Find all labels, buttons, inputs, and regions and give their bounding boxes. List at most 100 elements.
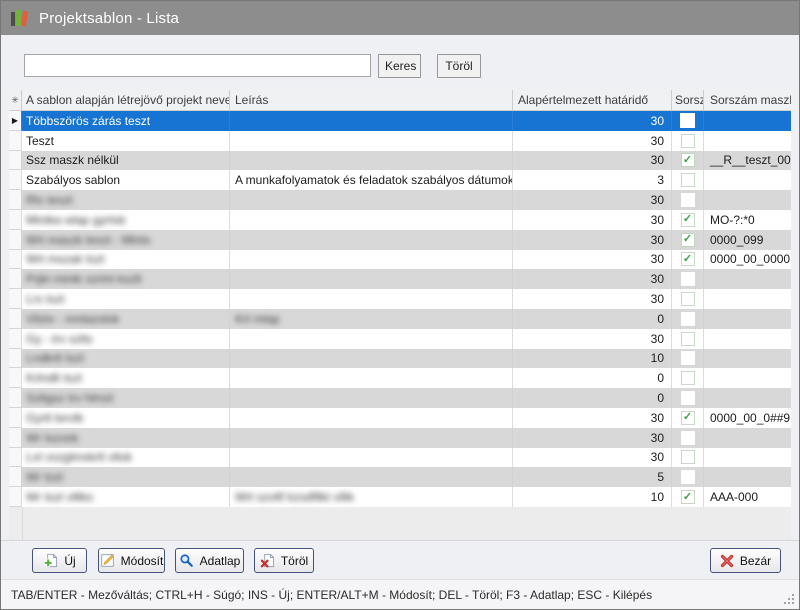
cell-deadline[interactable]: 30 — [513, 131, 672, 151]
table-row[interactable]: Wr tszvek 30 — [9, 428, 791, 448]
column-header-mask[interactable]: Sorszám maszk — [704, 90, 791, 110]
new-button[interactable]: Új — [32, 548, 87, 573]
cell-deadline[interactable]: 30 — [513, 289, 672, 309]
cell-project-name[interactable]: Wrt mszak tszt — [22, 250, 230, 270]
cell-deadline[interactable]: 30 — [513, 250, 672, 270]
table-row[interactable]: Krlndlt tszt 0 — [9, 368, 791, 388]
cell-project-name[interactable]: Szabályos sablon — [22, 170, 230, 190]
cell-sequence-mask[interactable] — [704, 428, 791, 448]
checkbox[interactable] — [681, 332, 695, 346]
cell-sequence-checkbox[interactable]: ✓ — [672, 250, 704, 270]
checkbox[interactable]: ✓ — [681, 411, 695, 425]
cell-description[interactable]: A munkafolyamatok és feladatok szabályos… — [230, 170, 513, 190]
table-row[interactable]: Rtv teszt 30 — [9, 190, 791, 210]
cell-sequence-checkbox[interactable] — [672, 388, 704, 408]
cell-description[interactable] — [230, 408, 513, 428]
checkbox[interactable] — [681, 272, 695, 286]
checkbox[interactable]: ✓ — [681, 233, 695, 247]
cell-deadline[interactable]: 30 — [513, 269, 672, 289]
cell-description[interactable] — [230, 269, 513, 289]
checkbox[interactable]: ✓ — [681, 213, 695, 227]
cell-sequence-checkbox[interactable] — [672, 111, 704, 131]
checkbox[interactable] — [680, 113, 695, 128]
cell-sequence-checkbox[interactable]: ✓ — [672, 230, 704, 250]
grid-corner-header[interactable]: ✳ — [9, 90, 22, 110]
cell-project-name[interactable]: Gyrtl tervlk — [22, 408, 230, 428]
cell-deadline[interactable]: 30 — [513, 329, 672, 349]
cell-sequence-checkbox[interactable] — [672, 448, 704, 468]
table-row[interactable]: ▶ Többszörös zárás teszt 30 — [9, 111, 791, 131]
cell-project-name[interactable]: Többszörös zárás teszt — [22, 111, 230, 131]
cell-project-name[interactable]: Teszt — [22, 131, 230, 151]
cell-deadline[interactable]: 30 — [513, 408, 672, 428]
cell-project-name[interactable]: Szltgsz trv hlmzt — [22, 388, 230, 408]
modify-button[interactable]: Módosít — [98, 548, 165, 573]
cell-description[interactable] — [230, 289, 513, 309]
cell-sequence-mask[interactable]: MO-?:*0 — [704, 210, 791, 230]
cell-description[interactable] — [230, 349, 513, 369]
resize-grip[interactable] — [782, 592, 794, 604]
table-row[interactable]: Vllztv - mntazslok Krt mlap 0 — [9, 309, 791, 329]
cell-project-name[interactable]: Mintka wlap gyrtsb — [22, 210, 230, 230]
search-input[interactable] — [24, 54, 371, 77]
table-row[interactable]: Ssz maszk nélkül 30 ✓ __R__teszt_0000 — [9, 151, 791, 171]
cell-sequence-checkbox[interactable]: ✓ — [672, 487, 704, 507]
close-button[interactable]: Bezár — [710, 548, 781, 573]
cell-deadline[interactable]: 30 — [513, 151, 672, 171]
cell-sequence-checkbox[interactable] — [672, 349, 704, 369]
cell-sequence-mask[interactable] — [704, 131, 791, 151]
cell-sequence-mask[interactable] — [704, 269, 791, 289]
cell-sequence-mask[interactable] — [704, 329, 791, 349]
cell-deadline[interactable]: 0 — [513, 309, 672, 329]
cell-deadline[interactable]: 30 — [513, 190, 672, 210]
cell-deadline[interactable]: 30 — [513, 210, 672, 230]
cell-sequence-mask[interactable]: __R__teszt_0000 — [704, 151, 791, 171]
cell-deadline[interactable]: 30 — [513, 428, 672, 448]
cell-description[interactable] — [230, 467, 513, 487]
datasheet-button[interactable]: Adatlap — [175, 548, 244, 573]
cell-sequence-checkbox[interactable] — [672, 309, 704, 329]
cell-sequence-checkbox[interactable]: ✓ — [672, 210, 704, 230]
checkbox[interactable] — [681, 351, 695, 365]
cell-sequence-checkbox[interactable] — [672, 428, 704, 448]
table-row[interactable]: Wr tszt vlltks Wrt szvltf kzsdfllkt vllt… — [9, 487, 791, 507]
cell-sequence-mask[interactable]: AAA-000 — [704, 487, 791, 507]
table-row[interactable]: Gy - trv szlts 30 — [9, 329, 791, 349]
cell-deadline[interactable]: 3 — [513, 170, 672, 190]
cell-deadline[interactable]: 10 — [513, 349, 672, 369]
clear-search-button[interactable]: Töröl — [437, 54, 481, 78]
cell-sequence-mask[interactable] — [704, 309, 791, 329]
checkbox[interactable] — [681, 312, 695, 326]
cell-sequence-mask[interactable]: 0000_00_0##9 — [704, 408, 791, 428]
checkbox[interactable] — [681, 292, 695, 306]
cell-description[interactable]: Krt mlap — [230, 309, 513, 329]
cell-sequence-checkbox[interactable] — [672, 329, 704, 349]
checkbox[interactable] — [681, 371, 695, 385]
checkbox[interactable] — [681, 193, 695, 207]
cell-project-name[interactable]: Lvt vszglmskrlt vltsk — [22, 448, 230, 468]
cell-project-name[interactable]: Vllztv - mntazslok — [22, 309, 230, 329]
cell-description[interactable] — [230, 448, 513, 468]
cell-description[interactable] — [230, 151, 513, 171]
cell-project-name[interactable]: Wr tszt vlltks — [22, 487, 230, 507]
cell-description[interactable] — [230, 428, 513, 448]
cell-project-name[interactable]: Ssz maszk nélkül — [22, 151, 230, 171]
table-row[interactable]: Gyrtl tervlk 30 ✓ 0000_00_0##9 — [9, 408, 791, 428]
table-row[interactable]: Lrs tszt 30 — [9, 289, 791, 309]
cell-sequence-checkbox[interactable] — [672, 368, 704, 388]
cell-description[interactable] — [230, 190, 513, 210]
cell-sequence-checkbox[interactable] — [672, 170, 704, 190]
cell-sequence-mask[interactable] — [704, 349, 791, 369]
cell-sequence-mask[interactable] — [704, 111, 791, 131]
cell-project-name[interactable]: Prjkt mintk szrint kszlt — [22, 269, 230, 289]
table-row[interactable]: Szabályos sablon A munkafolyamatok és fe… — [9, 170, 791, 190]
cell-sequence-mask[interactable] — [704, 170, 791, 190]
cell-deadline[interactable]: 0 — [513, 368, 672, 388]
cell-sequence-checkbox[interactable] — [672, 467, 704, 487]
cell-description[interactable]: Wrt szvltf kzsdfllkt vlltk — [230, 487, 513, 507]
checkbox[interactable] — [681, 134, 695, 148]
cell-deadline[interactable]: 10 — [513, 487, 672, 507]
cell-sequence-mask[interactable] — [704, 368, 791, 388]
cell-sequence-mask[interactable] — [704, 388, 791, 408]
cell-sequence-checkbox[interactable]: ✓ — [672, 408, 704, 428]
